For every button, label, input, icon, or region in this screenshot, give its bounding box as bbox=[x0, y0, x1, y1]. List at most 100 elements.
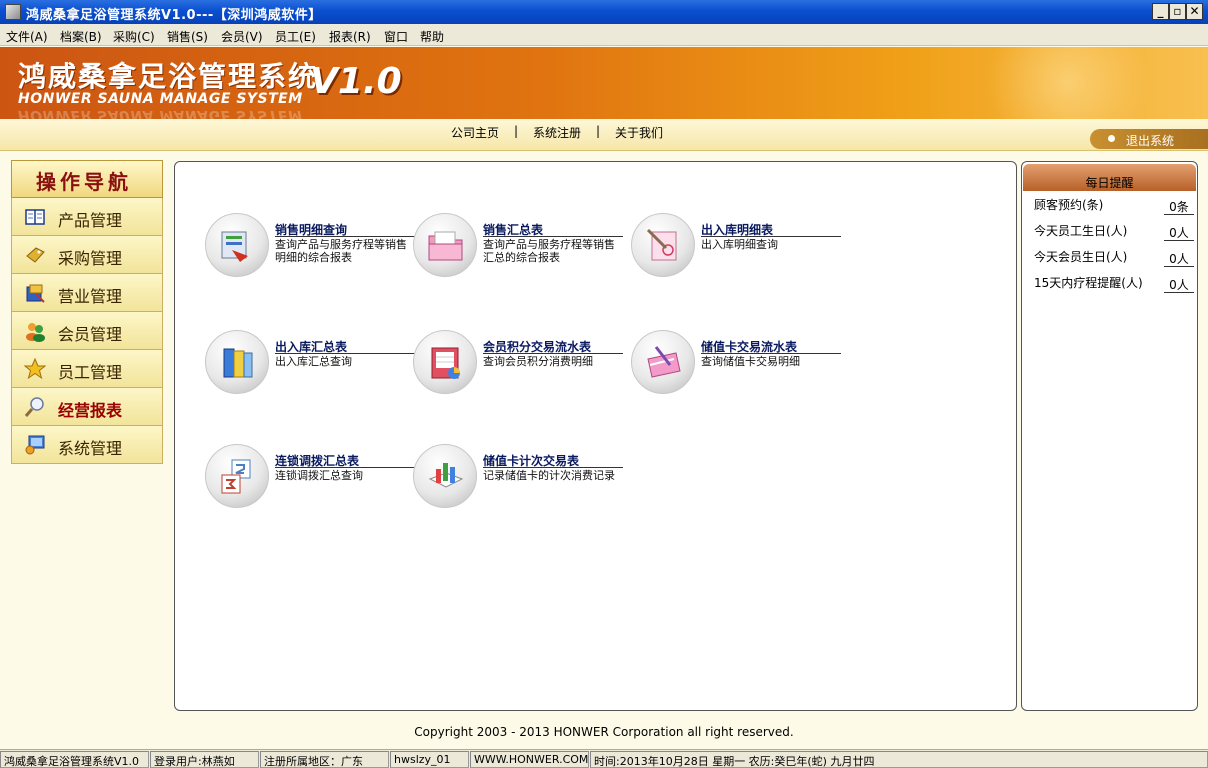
report-description: 查询产品与服务疗程等销售明细的综合报表 bbox=[275, 238, 407, 264]
report-icon-frame bbox=[631, 330, 695, 394]
status-bar: 鸿威桑拿足浴管理系统V1.0 登录用户:林燕如 注册所属地区：广东 hwslzy… bbox=[0, 749, 1208, 768]
nav-item-label: 员工管理 bbox=[58, 363, 123, 382]
nav-item-label: 采购管理 bbox=[58, 249, 123, 268]
report-card-count[interactable]: 储值卡计次交易表 记录储值卡的计次消费记录 bbox=[413, 444, 623, 514]
copyright: Copyright 2003 - 2013 HONWER Corporation… bbox=[414, 725, 794, 739]
menu-staff[interactable]: 员工(E) bbox=[275, 28, 316, 45]
report-underline bbox=[483, 467, 623, 468]
link-separator: | bbox=[596, 124, 601, 138]
maximize-button[interactable]: ▫ bbox=[1169, 3, 1186, 20]
app-icon bbox=[5, 4, 21, 20]
banner-version: V1.0 bbox=[310, 61, 402, 102]
menu-window[interactable]: 窗口 bbox=[384, 28, 408, 45]
reminder-header-label: 每日提醒 bbox=[1085, 176, 1134, 190]
numbers-icon bbox=[221, 459, 251, 494]
report-stock-summary[interactable]: 出入库汇总表 出入库汇总查询 bbox=[205, 330, 415, 400]
banner-en-title: HONWER SAUNA MANAGE SYSTEM bbox=[18, 91, 303, 107]
report-card-transactions[interactable]: 储值卡交易流水表 查询储值卡交易明细 bbox=[631, 330, 841, 400]
reminder-label: 今天会员生日(人) bbox=[1034, 250, 1128, 264]
reminder-value[interactable]: 0人 bbox=[1164, 276, 1194, 293]
status-site: WWW.HONWER.COM bbox=[470, 751, 589, 768]
menu-bar: 文件(A) 档案(B) 采购(C) 销售(S) 会员(V) 员工(E) 报表(R… bbox=[0, 24, 1208, 46]
menu-archive[interactable]: 档案(B) bbox=[60, 28, 102, 45]
nav-item-report[interactable]: 经营报表 bbox=[11, 388, 163, 426]
about-us-link[interactable]: 关于我们 bbox=[615, 124, 663, 141]
report-description: 查询会员积分消费明细 bbox=[483, 355, 593, 368]
report-chain-transfer[interactable]: 连锁调拨汇总表 连锁调拨汇总查询 bbox=[205, 444, 415, 514]
menu-file[interactable]: 文件(A) bbox=[6, 28, 48, 45]
reminder-row: 15天内疗程提醒(人) 0人 bbox=[1034, 272, 1194, 293]
company-home-link[interactable]: 公司主页 bbox=[451, 124, 499, 141]
nav-item-staff[interactable]: 员工管理 bbox=[11, 350, 163, 388]
nav-item-purchase[interactable]: 采购管理 bbox=[11, 236, 163, 274]
report-icon-frame bbox=[205, 330, 269, 394]
magnifier-icon bbox=[24, 397, 44, 417]
banner: 鸿威桑拿足浴管理系统 HONWER SAUNA MANAGE SYSTEM HO… bbox=[0, 47, 1208, 119]
report-description: 连锁调拨汇总查询 bbox=[275, 469, 363, 482]
report-description: 出入库明细查询 bbox=[701, 238, 778, 251]
status-app: 鸿威桑拿足浴管理系统V1.0 bbox=[0, 751, 149, 768]
nav-header: 操作导航 bbox=[11, 160, 163, 198]
nav-item-system[interactable]: 系统管理 bbox=[11, 426, 163, 464]
tag-icon bbox=[26, 247, 45, 263]
nav-header-label: 操作导航 bbox=[36, 170, 132, 194]
star-icon bbox=[24, 358, 46, 380]
banner-decoration bbox=[968, 47, 1168, 119]
status-user: 登录用户:林燕如 bbox=[150, 751, 259, 768]
nav-item-label: 营业管理 bbox=[58, 287, 123, 306]
menu-report[interactable]: 报表(R) bbox=[329, 28, 371, 45]
reminder-row: 顾客预约(条) 0条 bbox=[1034, 194, 1194, 215]
report-icon-frame bbox=[205, 213, 269, 277]
daily-reminder-panel: 每日提醒 顾客预约(条) 0条 今天员工生日(人) 0人 今天会员生日(人) 0… bbox=[1021, 161, 1198, 711]
sales-detail-icon bbox=[221, 231, 248, 262]
reminder-value[interactable]: 0条 bbox=[1164, 198, 1194, 215]
menu-purchase[interactable]: 采购(C) bbox=[113, 28, 155, 45]
reminder-row: 今天会员生日(人) 0人 bbox=[1034, 246, 1194, 267]
report-member-points[interactable]: 会员积分交易流水表 查询会员积分消费明细 bbox=[413, 330, 623, 400]
nav-item-label: 产品管理 bbox=[58, 211, 123, 230]
reminder-value[interactable]: 0人 bbox=[1164, 250, 1194, 267]
bullet-icon bbox=[1108, 135, 1115, 142]
system-register-link[interactable]: 系统注册 bbox=[533, 124, 581, 141]
banner-en-reflection: HONWER SAUNA MANAGE SYSTEM bbox=[18, 107, 303, 119]
report-panel: 销售明细查询 查询产品与服务疗程等销售明细的综合报表 销售汇总表 查询产品与服务… bbox=[174, 161, 1017, 711]
reminder-label: 顾客预约(条) bbox=[1034, 198, 1104, 212]
close-button[interactable]: ✕ bbox=[1186, 3, 1203, 20]
reminder-label: 今天员工生日(人) bbox=[1034, 224, 1128, 238]
operation-nav: 操作导航 产品管理 采购管理 营业管理 会员管理 员工管理 经营报表 系统管理 bbox=[11, 160, 163, 465]
report-description: 查询产品与服务疗程等销售汇总的综合报表 bbox=[483, 238, 615, 264]
report-icon-frame bbox=[413, 213, 477, 277]
report-description: 记录储值卡的计次消费记录 bbox=[483, 469, 615, 482]
report-underline bbox=[275, 236, 415, 237]
banner-cn-title: 鸿威桑拿足浴管理系统 bbox=[18, 60, 319, 93]
book-icon bbox=[25, 209, 45, 225]
report-icon-frame bbox=[413, 444, 477, 508]
nav-item-member[interactable]: 会员管理 bbox=[11, 312, 163, 350]
report-sales-summary[interactable]: 销售汇总表 查询产品与服务疗程等销售汇总的综合报表 bbox=[413, 213, 623, 283]
report-stock-detail[interactable]: 出入库明细表 出入库明细查询 bbox=[631, 213, 841, 283]
report-sales-detail[interactable]: 销售明细查询 查询产品与服务疗程等销售明细的综合报表 bbox=[205, 213, 415, 283]
menu-help[interactable]: 帮助 bbox=[420, 28, 444, 45]
books-icon bbox=[223, 348, 253, 378]
exit-system-button[interactable]: 退出系统 bbox=[1090, 129, 1208, 149]
reminder-value[interactable]: 0人 bbox=[1164, 224, 1194, 241]
exit-system-label: 退出系统 bbox=[1126, 134, 1175, 148]
chart-notebook-icon bbox=[431, 347, 460, 379]
status-time: 时间:2013年10月28日 星期一 农历:癸巳年(蛇) 九月廿四 bbox=[590, 751, 1208, 768]
report-icon-frame bbox=[205, 444, 269, 508]
report-icon-frame bbox=[413, 330, 477, 394]
menu-member[interactable]: 会员(V) bbox=[221, 28, 263, 45]
nav-item-label: 会员管理 bbox=[58, 325, 123, 344]
report-icon-frame bbox=[631, 213, 695, 277]
nav-item-business[interactable]: 营业管理 bbox=[11, 274, 163, 312]
bar-chart-icon bbox=[428, 463, 464, 488]
menu-sales[interactable]: 销售(S) bbox=[167, 28, 208, 45]
report-underline bbox=[275, 467, 415, 468]
report-description: 查询储值卡交易明细 bbox=[701, 355, 800, 368]
computer-icon bbox=[25, 435, 45, 455]
minimize-button[interactable]: _ bbox=[1152, 3, 1169, 20]
nav-item-label: 系统管理 bbox=[58, 439, 123, 458]
nav-item-product[interactable]: 产品管理 bbox=[11, 198, 163, 236]
nav-item-label: 经营报表 bbox=[58, 401, 123, 420]
report-underline bbox=[701, 353, 841, 354]
